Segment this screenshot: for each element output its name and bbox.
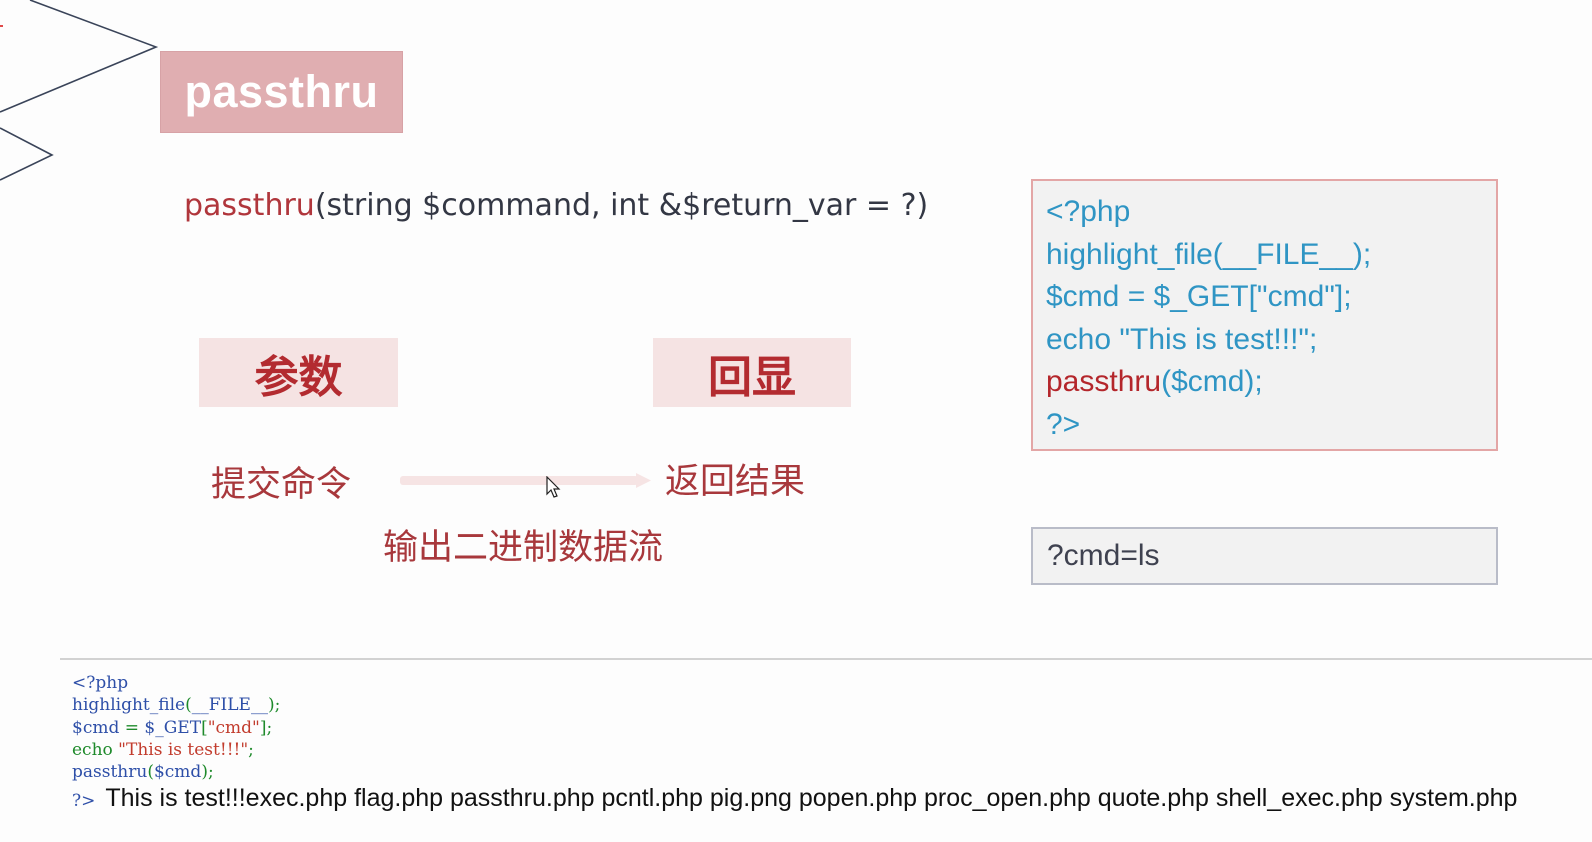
command-output-line: ?> This is test!!!exec.php flag.php pass… [72,784,1517,813]
code-line-2: highlight_file(__FILE__); [1046,237,1372,271]
label-echo: 回显 [653,338,851,407]
out-line-3-key: "cmd" [207,717,260,738]
out-line-1-text: <?php [72,673,129,693]
label-params-text: 参数 [254,351,343,403]
out-line-2-open: ( [185,695,192,716]
out-line-4-semi: ; [248,739,254,760]
php-code-box: <?php highlight_file(__FILE__); $cmd = $… [1031,179,1498,451]
code-line-5-fn: passthru [1046,365,1162,398]
decorative-chevrons [0,0,159,181]
out-line-3-get: $_GET [144,717,202,738]
function-signature: passthru(string $command, int &$return_v… [184,188,928,223]
php-close-tag: ?> [72,791,96,811]
signature-function-name: passthru [184,188,315,223]
out-line-5-arg: $cmd [153,762,202,783]
out-line-3-lb: [ [201,717,208,738]
submit-command-text: 提交命令 [211,465,352,505]
out-line-2: highlight_file(__FILE__); [72,694,280,716]
signature-params: (string $command, int &$return_var = ?) [314,188,929,223]
code-line-6: ?> [1046,407,1081,441]
out-line-3-var: $cmd [72,717,120,738]
out-line-2-close: ); [267,695,281,716]
page-title: passthru [184,66,379,117]
out-line-2-fn: highlight_file [72,695,186,716]
out-line-4-string: "This is test!!!" [118,739,249,760]
code-line-1: <?php [1046,195,1131,228]
out-line-1: <?php [72,672,280,694]
out-line-3: $cmd = $_GET["cmd"]; [72,717,280,739]
query-string-box: ?cmd=ls [1031,527,1498,585]
right-arrow-icon [400,473,651,488]
label-echo-text: 回显 [708,351,796,403]
out-line-5: passthru($cmd); [72,761,280,783]
out-line-3-eq: = [119,717,145,738]
out-line-5-open: ( [147,762,154,783]
out-line-4: echo "This is test!!!"; [72,739,280,761]
title-badge: passthru [160,51,403,133]
code-line-3: $cmd = $_GET["cmd"]; [1046,280,1352,313]
code-line-5-rest: ($cmd); [1161,365,1263,398]
command-output-text: This is test!!!exec.php flag.php passthr… [105,784,1518,812]
out-line-4-echo: echo [72,739,119,760]
divider [60,658,1592,660]
binary-stream-text: 输出二进制数据流 [383,528,664,568]
out-line-5-close: ); [201,762,214,783]
mouse-cursor-icon [546,476,561,498]
query-string-text: ?cmd=ls [1047,539,1160,572]
out-line-3-rb: ]; [259,717,273,738]
return-result-text: 返回结果 [665,462,806,502]
code-line-4: echo "This is test!!!"; [1046,322,1318,356]
highlighted-source-output: <?php highlight_file(__FILE__); $cmd = $… [72,672,280,783]
out-line-5-fn: passthru [72,762,148,783]
out-line-2-arg: __FILE__ [191,695,268,716]
label-params: 参数 [199,338,398,407]
code-line-5: passthru($cmd); [1046,361,1483,404]
